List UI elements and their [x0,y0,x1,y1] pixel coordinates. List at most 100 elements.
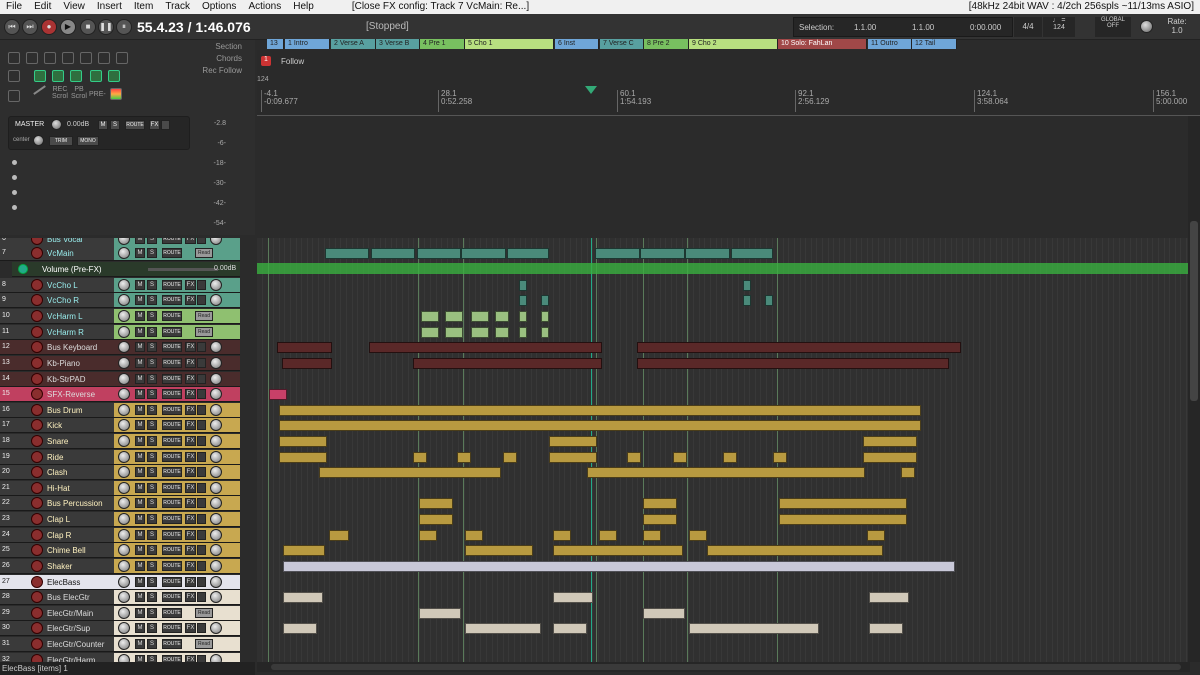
media-item[interactable] [519,327,527,338]
media-item[interactable] [503,452,517,463]
media-item[interactable] [471,311,489,322]
marker-1[interactable]: 1 [261,56,271,66]
record-arm-button[interactable] [31,310,43,322]
envelope-fader[interactable] [148,268,218,271]
region-5[interactable]: 4 Pre 1 [420,39,465,49]
solo-button[interactable]: S [147,530,157,540]
media-item[interactable] [457,452,471,463]
bpm-display[interactable]: ♩ = 124 [1043,17,1075,37]
media-item[interactable] [707,545,883,556]
record-arm-button[interactable] [31,341,43,353]
mute-button[interactable]: M [135,342,145,352]
pan-knob[interactable] [210,419,222,431]
route-button[interactable]: ROUTE [162,436,182,446]
fx-bypass-button[interactable] [197,483,206,493]
media-item[interactable] [869,592,909,603]
track-row-18[interactable]: 18 Snare M S ROUTE FX [0,434,240,449]
mute-button[interactable]: M [135,436,145,446]
record-arm-button[interactable] [31,388,43,400]
automation-mode-button[interactable]: Read [195,327,213,337]
media-item[interactable] [743,280,751,291]
media-item[interactable] [519,280,527,291]
master-solo-button[interactable]: S [110,120,120,130]
volume-knob[interactable] [118,341,130,353]
region-2[interactable]: 1 Intro [285,39,330,49]
master-fx-bypass[interactable] [161,120,170,130]
mute-button[interactable]: M [135,467,145,477]
rate-display[interactable]: Rate: 1.0 [1160,17,1194,35]
menu-item[interactable]: Item [128,0,159,14]
fx-button[interactable]: FX [185,420,196,430]
timeline-ruler[interactable]: 1 Follow 124 -4.1 -0:09.677 28.1 0:52.258 60… [257,50,1200,116]
volume-knob[interactable] [118,294,130,306]
media-item[interactable] [773,452,787,463]
record-button[interactable]: ● [41,19,57,35]
fx-button[interactable]: FX [185,498,196,508]
horizontal-scroll-thumb[interactable] [271,664,1181,670]
grid-icon[interactable] [8,70,20,82]
volume-knob[interactable] [118,513,130,525]
menu-edit[interactable]: Edit [28,0,57,14]
track-name[interactable]: Snare [47,437,111,446]
media-item[interactable] [541,311,549,322]
redo-icon[interactable] [98,52,110,64]
fx-bypass-button[interactable] [197,452,206,462]
sel-start[interactable]: 1.1.00 [854,23,876,32]
track-row-9[interactable]: 9 VcCho R M S ROUTE FX [0,293,240,308]
route-button[interactable]: ROUTE [162,514,182,524]
solo-button[interactable]: S [147,623,157,633]
pan-knob[interactable] [210,544,222,556]
solo-button[interactable]: S [147,608,157,618]
volume-envelope-lane[interactable]: Volume (Pre-FX) 0.00dB [12,262,240,277]
media-item[interactable] [640,248,685,259]
mute-button[interactable]: M [135,280,145,290]
vertical-scroll-thumb[interactable] [1190,221,1198,401]
media-item[interactable] [279,405,921,416]
volume-knob[interactable] [118,466,130,478]
pre-toggle[interactable]: PRE- [89,91,106,98]
pan-knob[interactable] [210,404,222,416]
media-item[interactable] [421,311,439,322]
automation-mode-button[interactable]: Read [195,639,213,649]
track-name[interactable]: Bus Keyboard [47,343,111,352]
media-item[interactable] [553,592,593,603]
volume-knob[interactable] [118,279,130,291]
pan-knob[interactable] [210,357,222,369]
pan-knob[interactable] [210,388,222,400]
track-row-7[interactable]: 7 VcMain M S ROUTE Read [0,246,240,261]
route-button[interactable]: ROUTE [162,327,182,337]
volume-knob[interactable] [118,654,130,662]
track-name[interactable]: Bus Drum [47,406,111,415]
media-item[interactable] [283,545,325,556]
route-button[interactable]: ROUTE [162,655,182,662]
volume-knob[interactable] [118,404,130,416]
track-name[interactable]: Shaker [47,562,111,571]
track-name[interactable]: Kb-Piano [47,359,111,368]
media-item[interactable] [519,295,527,306]
fx-button[interactable]: FX [185,592,196,602]
fx-button[interactable]: FX [185,436,196,446]
solo-button[interactable]: S [147,561,157,571]
media-item[interactable] [541,295,549,306]
media-item[interactable] [637,358,949,369]
route-button[interactable]: ROUTE [162,389,182,399]
fx-bypass-button[interactable] [197,498,206,508]
envelope-lane[interactable] [257,263,1190,274]
media-item[interactable] [319,467,501,478]
arrange-view[interactable] [257,238,1190,662]
mute-button[interactable]: M [135,483,145,493]
record-arm-button[interactable] [31,404,43,416]
media-item[interactable] [445,327,463,338]
media-item[interactable] [689,530,707,541]
fx-button[interactable]: FX [185,545,196,555]
media-item[interactable] [901,467,915,478]
pan-knob[interactable] [210,654,222,662]
mute-button[interactable]: M [135,498,145,508]
pan-knob[interactable] [210,341,222,353]
media-item[interactable] [461,248,506,259]
mute-button[interactable]: M [135,295,145,305]
volume-knob[interactable] [118,373,130,385]
media-item[interactable] [283,592,323,603]
solo-button[interactable]: S [147,452,157,462]
cursor-icon[interactable] [33,85,53,105]
